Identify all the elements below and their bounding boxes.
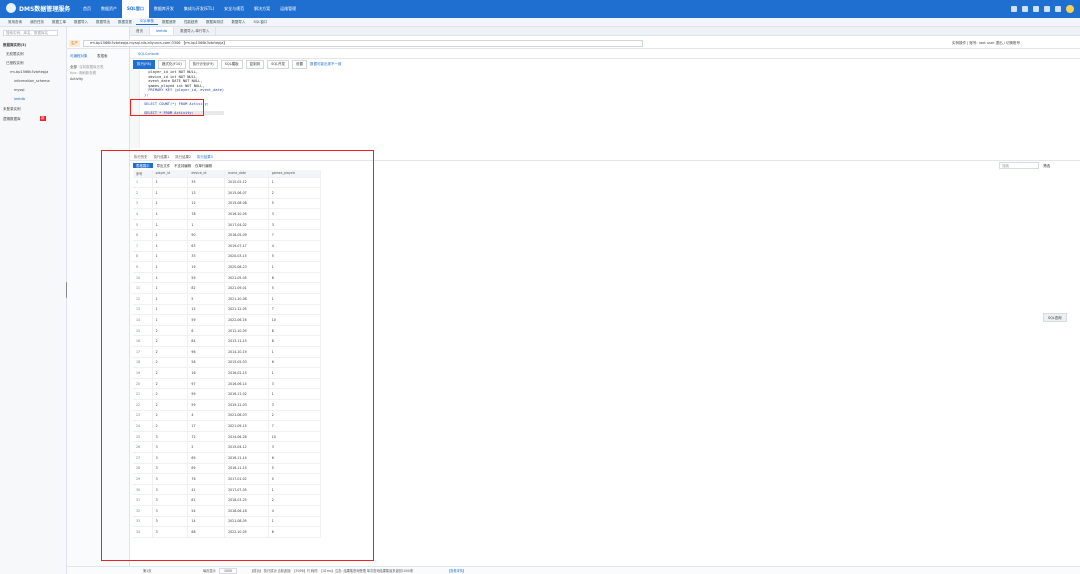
- filter-all[interactable]: 全部: [70, 65, 77, 70]
- subnav-trace[interactable]: 数据追踪: [158, 20, 180, 25]
- section-logical-db[interactable]: 逻辑数据库: [3, 117, 21, 122]
- code-line: PRIMARY KEY (player_id, event_date): [144, 88, 225, 92]
- copy-to-button[interactable]: 复制到: [245, 60, 265, 69]
- message-icon[interactable]: [1022, 6, 1028, 12]
- settings-button[interactable]: 设置: [292, 60, 308, 69]
- page-info: 第1页: [143, 569, 152, 573]
- instance-node[interactable]: rm-bp1566k3vbrtepja: [10, 70, 48, 74]
- status-bar: 第1页 每页显示 1000 【成功】 执行成功 当前返回: 【3056】行 耗时…: [67, 566, 1080, 574]
- logo-icon: [6, 3, 16, 13]
- app-title: DMS数据管理服务: [19, 5, 71, 13]
- section-not-logged-in[interactable]: 未登录实例: [3, 107, 21, 112]
- account-info[interactable]: 实例操作 | 账号: root user 退出 / 切换账号: [952, 41, 1020, 46]
- schema-information-schema[interactable]: information_schema: [14, 79, 50, 83]
- notification-icon[interactable]: [1011, 6, 1017, 12]
- nav-ops[interactable]: 运维管理: [275, 0, 301, 18]
- sub-nav: 常用查询 我的任务 数据工单 数据导入 数据导出 数据变更 SQL审核 数据追踪…: [0, 18, 1080, 27]
- env-badge: 生产: [69, 40, 80, 47]
- subnav-common-query[interactable]: 常用查询: [4, 20, 26, 25]
- exec-summary: 【成功】 执行成功 当前返回: 【3056】行 耗时: 【41ms】: [250, 569, 335, 573]
- detail-link[interactable]: 【查看详情】: [447, 568, 466, 573]
- exec-tip: 注意: 结果集查询受限 单次查询结果集最多返回1000条: [335, 569, 414, 573]
- nav-assets[interactable]: 数据资产: [96, 0, 122, 18]
- subnav-export[interactable]: 数据导出: [92, 20, 114, 25]
- subnav-change[interactable]: 数据变更: [114, 20, 136, 25]
- nav-sql-window[interactable]: SQL窗口: [122, 0, 149, 18]
- nav-home[interactable]: 首页: [78, 0, 96, 18]
- sql-dev-button[interactable]: SQL开发: [267, 60, 290, 69]
- fullscreen-icon[interactable]: [1055, 6, 1061, 12]
- nav-etl[interactable]: 集成与开发(ETL): [179, 0, 219, 18]
- tab-programmable[interactable]: 可编程对象: [70, 54, 88, 59]
- subnav-tickets[interactable]: 数据工单: [48, 20, 70, 25]
- top-navbar: DMS数据管理服务 首页 数据资产 SQL窗口 数据库开发 集成与开发(ETL)…: [0, 0, 1080, 18]
- subnav-test[interactable]: 数据库测试: [202, 20, 228, 25]
- result-search-input[interactable]: 搜索: [999, 161, 1040, 169]
- help-icon[interactable]: [1033, 6, 1039, 12]
- connection-bar: 生产 rm-bp1566k3vbrtepja.mysql.rds.aliyunc…: [67, 38, 1080, 49]
- editor-toolbar: 执行(F8) 格式化(F10) 执行计划(F9) SQL模板 复制到 SQL开发…: [130, 60, 1080, 69]
- filter-button[interactable]: 筛选: [1043, 163, 1050, 168]
- tab-home[interactable]: 首页: [130, 27, 150, 35]
- sql-template-button[interactable]: SQL模板: [220, 60, 243, 69]
- tab-sqlconsole[interactable]: SQLConsole: [130, 50, 167, 58]
- section-instances[interactable]: 数据库实例(3): [3, 43, 26, 48]
- subnav-sql-review[interactable]: SQL审核: [136, 19, 158, 25]
- table-item-activity[interactable]: Activity: [70, 77, 83, 81]
- settings-icon[interactable]: [1044, 6, 1050, 12]
- filter-hint: 当前数据库无表: [79, 65, 104, 69]
- nav-solutions[interactable]: 解决方案: [249, 0, 275, 18]
- subnav-perf[interactable]: 性能趋势: [180, 20, 202, 25]
- new-badge: 新: [40, 116, 46, 121]
- authorized-instances[interactable]: 已授权实例: [6, 61, 24, 66]
- sql-console-tabs: SQLConsole: [130, 50, 1080, 59]
- subnav-my-tasks[interactable]: 我的任务: [26, 20, 48, 25]
- sql-editor[interactable]: player_id int NOT NULL, device_id int NO…: [130, 70, 1080, 148]
- tab-table-search[interactable]: 表搜索: [97, 54, 108, 59]
- schema-mysql[interactable]: mysql: [14, 88, 25, 92]
- page-size-select[interactable]: 1000: [219, 568, 238, 574]
- highlight-box-results: [101, 150, 374, 561]
- workspace-tabs: 首页 leetdb 数据导入-单行导入: [130, 27, 1080, 36]
- hint-text: tips: 请刷新查看: [70, 71, 97, 75]
- connection-select[interactable]: rm-bp1566k3vbrtepja.mysql.rds.aliyuncs.c…: [83, 40, 643, 47]
- execute-button[interactable]: 执行(F8): [133, 60, 155, 69]
- page-size-label: 每页显示: [203, 569, 216, 573]
- top-right-icons: [1011, 5, 1074, 13]
- subnav-import2[interactable]: 数据导入: [227, 20, 249, 25]
- avatar[interactable]: [1066, 5, 1074, 13]
- tab-leetdb[interactable]: leetdb: [150, 27, 175, 35]
- nav-security[interactable]: 安全与规范: [219, 0, 249, 18]
- app-logo[interactable]: DMS数据管理服务: [6, 3, 70, 13]
- instance-search-input[interactable]: 搜索实例、库名、数据库名: [3, 30, 58, 36]
- nav-db-dev[interactable]: 数据库开发: [149, 0, 179, 18]
- format-button[interactable]: 格式化(F10): [157, 60, 186, 69]
- sql-query-helper-button[interactable]: SQL查询: [1043, 313, 1067, 322]
- toolbar-tip[interactable]: 数据可能出现不一致: [310, 62, 342, 67]
- highlight-box-query: [130, 99, 204, 116]
- subnav-import[interactable]: 数据导入: [70, 20, 92, 25]
- top-nav: 首页 数据资产 SQL窗口 数据库开发 集成与开发(ETL) 安全与规范 解决方…: [78, 0, 301, 18]
- instance-sidebar: 搜索实例、库名、数据库名 数据库实例(3) 无权限实例 已授权实例 rm-bp1…: [0, 27, 67, 574]
- schema-leetdb[interactable]: leetdb: [14, 97, 25, 101]
- no-permission-instances[interactable]: 无权限实例: [6, 52, 24, 57]
- explain-button[interactable]: 执行计划(F9): [188, 60, 218, 69]
- subnav-sql-window[interactable]: SQL窗口: [249, 20, 271, 25]
- tab-import[interactable]: 数据导入-单行导入: [174, 27, 217, 35]
